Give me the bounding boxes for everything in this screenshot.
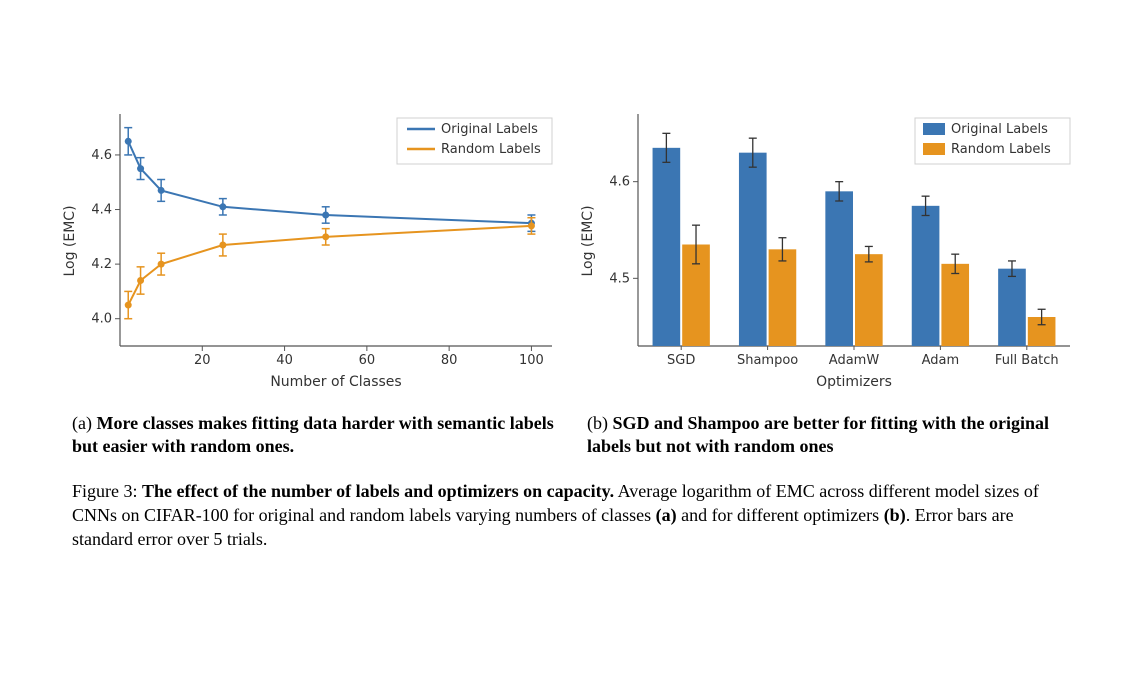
line-chart-svg: 20 40 60 80 100 4.0 4.2 4.4 4.6 Original Labels Ra… [72, 106, 562, 376]
svg-text:20: 20 [194, 353, 211, 368]
svg-text:Adam: Adam [922, 353, 960, 368]
subcaption-a: (a) More classes makes fitting data hard… [72, 412, 563, 458]
subcaption-prefix: (b) [587, 413, 613, 433]
subcaption-b: (b) SGD and Shampoo are better for fitti… [587, 412, 1078, 458]
svg-text:4.2: 4.2 [91, 257, 112, 272]
svg-text:Random Labels: Random Labels [951, 142, 1051, 157]
svg-text:4.6: 4.6 [91, 148, 112, 163]
svg-text:Full Batch: Full Batch [995, 353, 1059, 368]
subplot-a: Log (EMC) 204060801004.04.24.44.6Origina… [72, 106, 560, 390]
svg-text:Shampoo: Shampoo [737, 353, 798, 368]
svg-text:Random Labels: Random Labels [441, 142, 541, 157]
charts-row: Log (EMC) 204060801004.04.24.44.6Origina… [72, 60, 1078, 390]
figure-caption: Figure 3: The effect of the number of la… [72, 480, 1078, 551]
subcaptions-row: (a) More classes makes fitting data hard… [72, 412, 1078, 458]
line-chart: Log (EMC) 204060801004.04.24.44.6Origina… [72, 106, 560, 376]
figure-caption-label: Figure 3: [72, 481, 142, 501]
xaxis-label: Optimizers [590, 374, 1078, 390]
subcaption-bold: SGD and Shampoo are better for fitting w… [587, 413, 1049, 456]
subcaption-bold: More classes makes fitting data harder w… [72, 413, 554, 456]
svg-text:SGD: SGD [667, 353, 695, 368]
subplot-b: Log (EMC) 4.54.6SGDShampooAdamWAdamFull … [590, 106, 1078, 390]
figure-caption-title: The effect of the number of labels and o… [142, 481, 614, 501]
svg-text:40: 40 [276, 353, 293, 368]
figure-caption-ref-b: (b) [884, 505, 906, 525]
figure-caption-text: and for different optimizers [677, 505, 884, 525]
subcaption-prefix: (a) [72, 413, 96, 433]
svg-text:AdamW: AdamW [829, 353, 880, 368]
figure-container: Log (EMC) 204060801004.04.24.44.6Origina… [0, 0, 1142, 680]
svg-text:80: 80 [441, 353, 458, 368]
svg-text:Original Labels: Original Labels [441, 122, 538, 137]
bar-chart: Log (EMC) 4.54.6SGDShampooAdamWAdamFull … [590, 106, 1078, 376]
svg-text:4.4: 4.4 [91, 203, 112, 218]
svg-text:100: 100 [519, 353, 544, 368]
xaxis-label: Number of Classes [72, 374, 560, 390]
svg-text:4.5: 4.5 [609, 271, 630, 286]
svg-text:Original Labels: Original Labels [951, 122, 1048, 137]
svg-text:4.6: 4.6 [609, 175, 630, 190]
bar-chart-svg: 4.5 4.6 SGD Shampoo AdamW Adam Full Batch Origi… [590, 106, 1080, 376]
svg-text:60: 60 [359, 353, 376, 368]
figure-caption-ref-a: (a) [656, 505, 677, 525]
svg-text:4.0: 4.0 [91, 312, 112, 327]
